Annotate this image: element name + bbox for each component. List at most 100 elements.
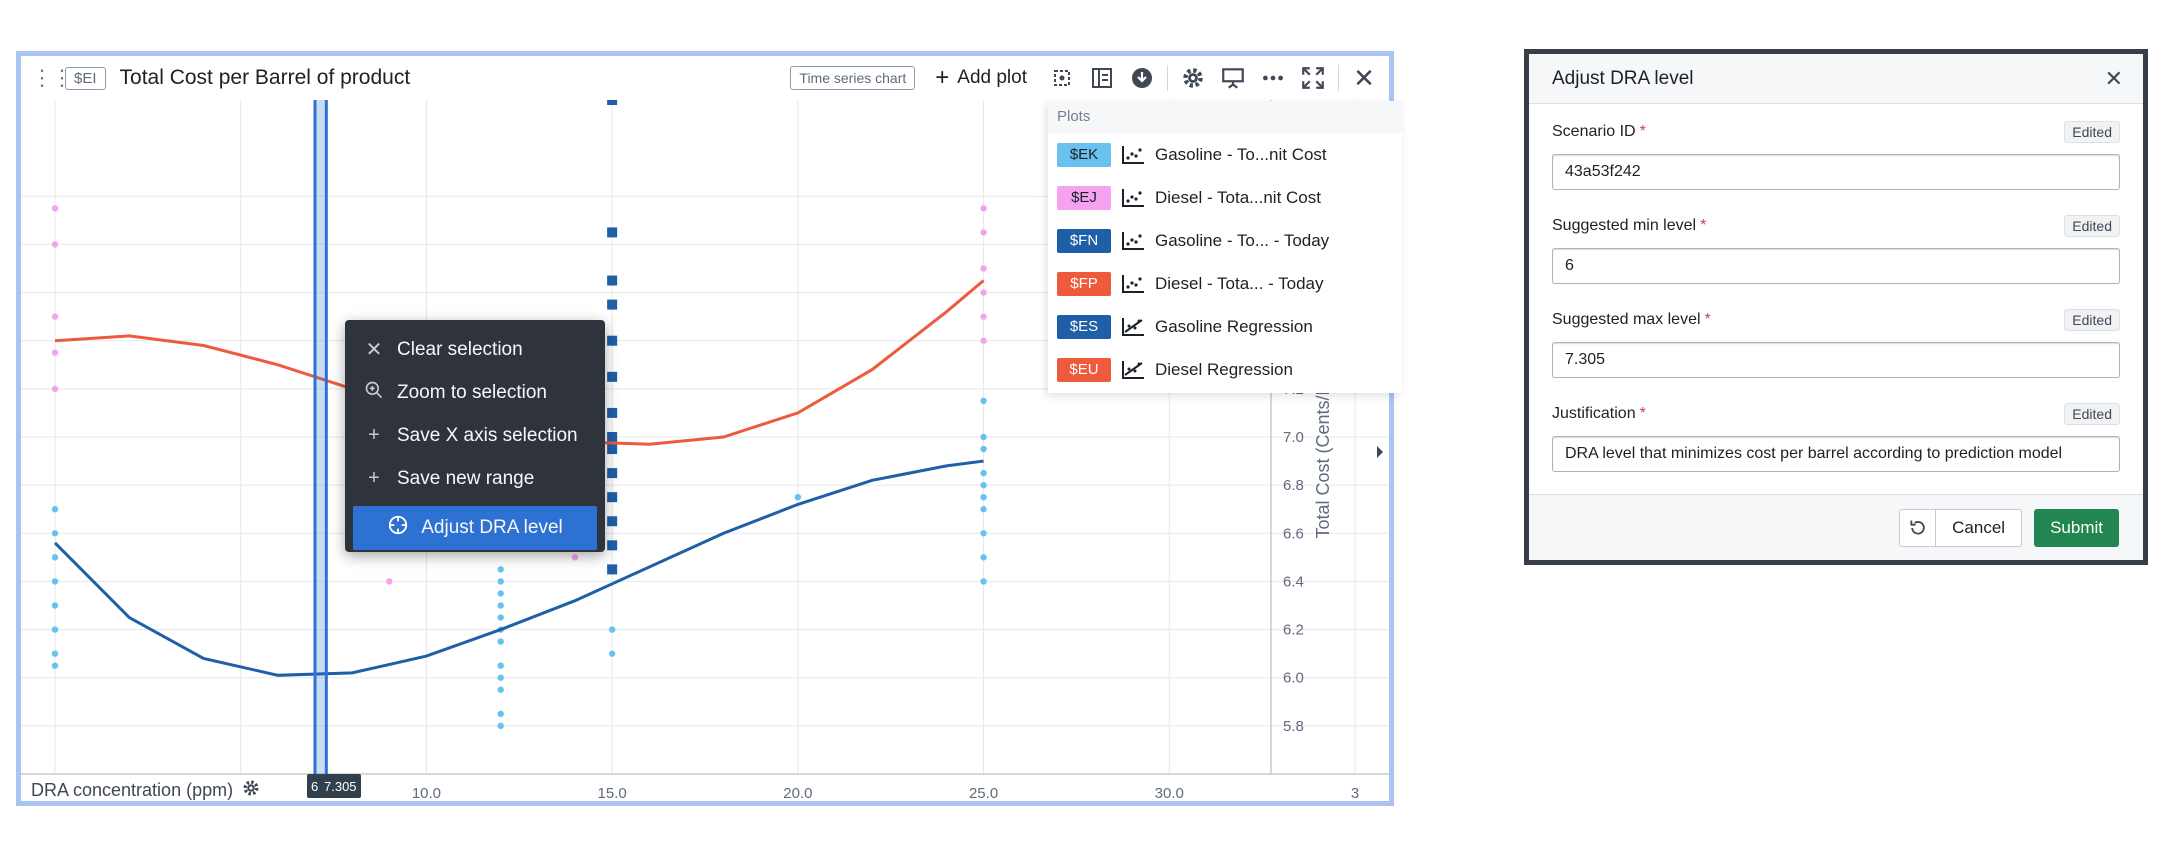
dialog-header: Adjust DRA level ✕: [1529, 54, 2143, 104]
data-point: [607, 564, 618, 575]
menu-item-label: Save new range: [397, 467, 535, 489]
x-tick-label: 15.0: [598, 785, 627, 802]
toolbar-divider: [1338, 65, 1339, 91]
suggested-min-level-input[interactable]: 6: [1552, 248, 2120, 284]
plus-icon: +: [368, 467, 380, 489]
zoom-in-icon: [363, 380, 385, 406]
data-point: [607, 335, 618, 346]
download-icon[interactable]: [1127, 63, 1157, 93]
plot-label: Gasoline Regression: [1155, 316, 1313, 336]
data-point: [980, 578, 987, 585]
plot-row[interactable]: $EJ Diesel - Tota...nit Cost: [1048, 176, 1402, 219]
suggested-max-level-field: Suggested max level * Edited 7.305: [1552, 306, 2120, 378]
x-tick-label: 20.0: [783, 785, 812, 802]
save-new-range-menu-item[interactable]: + Save new range: [353, 457, 597, 500]
plus-icon: +: [935, 64, 950, 91]
plot-label: Gasoline - To... - Today: [1155, 230, 1330, 250]
chart-variable-tag[interactable]: $EI: [65, 66, 106, 90]
dialog-footer: Cancel Submit: [1529, 494, 2143, 560]
data-point: [51, 530, 59, 537]
edited-tag: Edited: [2064, 403, 2120, 425]
data-point: [51, 349, 59, 356]
presentation-icon[interactable]: [1218, 63, 1248, 93]
data-point: [607, 468, 618, 479]
suggested-max-level-input[interactable]: 7.305: [1552, 342, 2120, 378]
data-point: [980, 265, 987, 272]
plot-label: Diesel Regression: [1155, 359, 1293, 379]
toolbar-divider: [1167, 65, 1168, 91]
plot-variable-tag: $FP: [1057, 271, 1111, 296]
suggested-min-level-field: Suggested min level * Edited 6: [1552, 212, 2120, 284]
cancel-button[interactable]: Cancel: [1936, 510, 2021, 546]
chart-toolbar: Time series chart + Add plot ✕: [790, 63, 1379, 93]
layout-panel-icon[interactable]: [1087, 63, 1117, 93]
data-point: [497, 662, 504, 669]
plot-label: Diesel - Tota... - Today: [1155, 273, 1324, 293]
data-point: [980, 469, 987, 477]
data-point: [980, 397, 987, 405]
data-point: [608, 626, 616, 633]
data-point: [51, 554, 59, 561]
data-point: [980, 481, 987, 489]
data-point: [497, 614, 504, 621]
plot-variable-tag: $EJ: [1057, 185, 1111, 210]
data-point: [497, 722, 504, 730]
clear-selection-menu-item[interactable]: ✕ Clear selection: [353, 328, 597, 371]
reset-button[interactable]: [1900, 509, 1937, 546]
close-icon[interactable]: ✕: [2105, 66, 2123, 92]
save-x-axis-selection-menu-item[interactable]: + Save X axis selection: [353, 414, 597, 457]
plot-row[interactable]: $EU Diesel Regression: [1048, 348, 1402, 391]
chart-header: ⋮⋮ $EI Total Cost per Barrel of product …: [21, 56, 1389, 100]
y-tick-label: 7.0: [1283, 429, 1304, 446]
plot-row[interactable]: $FP Diesel - Tota... - Today: [1048, 262, 1402, 305]
data-point: [607, 516, 618, 527]
scatter-icon: [1122, 188, 1144, 207]
data-point: [497, 710, 504, 718]
x-axis-label[interactable]: DRA concentration (ppm): [31, 778, 261, 803]
plot-row[interactable]: $FN Gasoline - To... - Today: [1048, 219, 1402, 262]
plot-row[interactable]: $EK Gasoline - To...nit Cost: [1048, 133, 1402, 176]
x-tick-label: 30.0: [1155, 785, 1184, 802]
chart-panel: ⋮⋮ $EI Total Cost per Barrel of product …: [16, 51, 1402, 806]
scatter-icon: [1122, 231, 1144, 250]
close-icon[interactable]: ✕: [1349, 63, 1379, 93]
field-label: Scenario ID: [1552, 123, 1636, 140]
target-icon: [387, 514, 409, 542]
data-point: [607, 407, 618, 418]
data-point: [607, 275, 618, 286]
menu-item-label: Clear selection: [397, 338, 523, 360]
plot-label: Diesel - Tota...nit Cost: [1155, 187, 1321, 207]
selection-band: [315, 100, 327, 774]
data-point: [980, 433, 987, 441]
y-tick-label: 6.8: [1283, 477, 1304, 494]
gear-icon[interactable]: [1178, 63, 1208, 93]
submit-button[interactable]: Submit: [2034, 508, 2119, 547]
chart-title[interactable]: Total Cost per Barrel of product: [120, 66, 411, 90]
justification-input[interactable]: DRA level that minimizes cost per barrel…: [1552, 436, 2120, 472]
zoom-to-selection-menu-item[interactable]: Zoom to selection: [353, 371, 597, 414]
plot-variable-tag: $ES: [1057, 314, 1111, 339]
edited-tag: Edited: [2064, 215, 2120, 237]
drag-handle-icon[interactable]: ⋮⋮: [31, 65, 73, 91]
plot-row[interactable]: $ES Gasoline Regression: [1048, 305, 1402, 348]
fullscreen-icon[interactable]: [1298, 63, 1328, 93]
gear-icon[interactable]: [241, 778, 261, 803]
data-point: [497, 566, 504, 573]
data-point: [497, 590, 504, 597]
justification-field: Justification * Edited DRA level that mi…: [1552, 400, 2120, 472]
reset-icon: [1910, 520, 1925, 534]
data-point: [497, 674, 504, 681]
chart-type-badge[interactable]: Time series chart: [790, 66, 916, 90]
plot-variable-tag: $EU: [1057, 357, 1111, 382]
close-icon: ✕: [365, 339, 383, 361]
scenario-id-input[interactable]: 43a53f242: [1552, 154, 2120, 190]
data-point: [794, 493, 802, 501]
select-region-icon[interactable]: [1047, 63, 1077, 93]
data-point: [497, 602, 504, 609]
data-point: [51, 626, 59, 633]
required-asterisk: *: [1639, 123, 1646, 140]
scenario-id-field: Scenario ID * Edited 43a53f242: [1552, 118, 2120, 190]
adjust-dra-level-button[interactable]: Adjust DRA level: [353, 506, 597, 550]
add-plot-button[interactable]: + Add plot: [935, 64, 1027, 92]
more-icon[interactable]: [1258, 63, 1288, 93]
